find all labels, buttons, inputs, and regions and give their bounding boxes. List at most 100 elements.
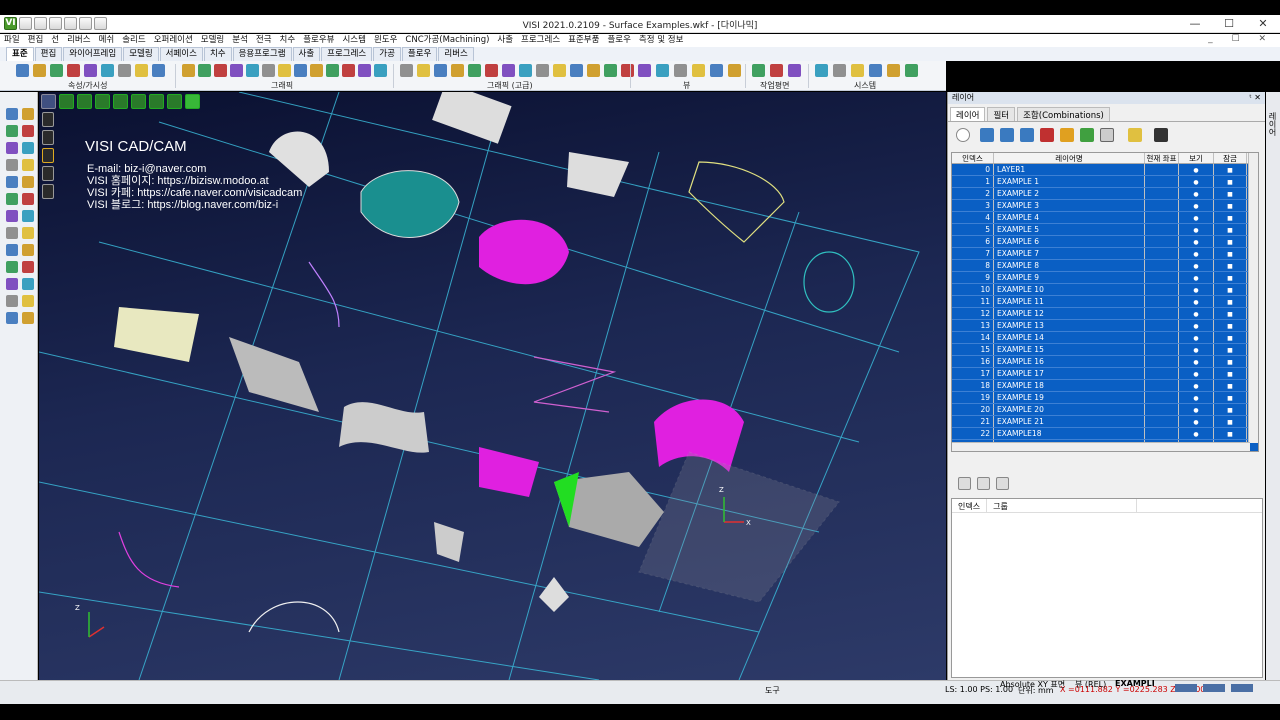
side-dock-tab[interactable]: 레이어 — [1266, 92, 1280, 680]
toolbar-tool-icon[interactable] — [833, 64, 846, 77]
tab-layer[interactable]: 레이어 — [950, 107, 986, 121]
row-current[interactable] — [1145, 380, 1179, 391]
view-right-button[interactable] — [113, 94, 128, 109]
table-row[interactable]: 17 EXAMPLE 17 — [952, 368, 1258, 380]
table-row[interactable]: 18 EXAMPLE 18 — [952, 380, 1258, 392]
menu-item[interactable]: CNC가공(Machining) — [405, 34, 489, 47]
table-row[interactable]: 21 EXAMPLE 21 — [952, 416, 1258, 428]
menu-item[interactable]: 파일 — [4, 34, 20, 47]
layer-tool-icon[interactable] — [42, 130, 54, 145]
lock-icon[interactable] — [1214, 356, 1247, 367]
eye-icon[interactable] — [1179, 176, 1214, 187]
row-current[interactable] — [1145, 176, 1179, 187]
eye-icon[interactable] — [1179, 236, 1214, 247]
menu-item[interactable]: 편집 — [28, 34, 44, 47]
toolbar-tool-icon[interactable] — [788, 64, 801, 77]
view-mode-button[interactable] — [41, 94, 56, 109]
toolbar-tool-icon[interactable] — [570, 64, 583, 77]
eye-icon[interactable] — [1179, 188, 1214, 199]
lock-icon[interactable] — [1214, 164, 1247, 175]
row-current[interactable] — [1145, 284, 1179, 295]
layer-group-icon[interactable] — [1020, 128, 1034, 142]
side-tool-icon[interactable] — [22, 261, 34, 273]
eye-icon[interactable] — [1179, 428, 1214, 439]
side-tool-icon[interactable] — [6, 295, 18, 307]
toolbar-tool-icon[interactable] — [869, 64, 882, 77]
view-front-button[interactable] — [59, 94, 74, 109]
ribbon-tab[interactable]: 와이어프레임 — [63, 47, 123, 61]
eye-icon[interactable] — [1179, 260, 1214, 271]
row-current[interactable] — [1145, 188, 1179, 199]
row-current[interactable] — [1145, 428, 1179, 439]
layer-props-icon[interactable] — [1000, 128, 1014, 142]
status-reference[interactable]: Absolute XY 표면 — [1000, 679, 1065, 690]
eye-icon[interactable] — [1179, 284, 1214, 295]
cad-viewport[interactable]: X Z Z VISI CAD/CAM E-mail: biz-i@naver.c… — [39, 92, 946, 680]
table-row[interactable]: 15 EXAMPLE 15 — [952, 344, 1258, 356]
table-row[interactable]: 1 EXAMPLE 1 — [952, 176, 1258, 188]
side-tool-icon[interactable] — [22, 244, 34, 256]
row-current[interactable] — [1145, 200, 1179, 211]
toolbar-tool-icon[interactable] — [692, 64, 705, 77]
tab-filter[interactable]: 필터 — [987, 107, 1016, 121]
lock-icon[interactable] — [1214, 380, 1247, 391]
lock-icon[interactable] — [1214, 260, 1247, 271]
table-row[interactable]: 10 EXAMPLE 10 — [952, 284, 1258, 296]
toolbar-tool-icon[interactable] — [604, 64, 617, 77]
ribbon-tab[interactable]: 프로그레스 — [321, 47, 373, 61]
side-tool-icon[interactable] — [22, 108, 34, 120]
menu-item[interactable]: 표준부품 — [568, 34, 599, 47]
table-row[interactable]: 5 EXAMPLE 5 — [952, 224, 1258, 236]
eye-icon[interactable] — [1179, 356, 1214, 367]
lock-icon[interactable] — [1214, 224, 1247, 235]
row-current[interactable] — [1145, 308, 1179, 319]
toolbar-tool-icon[interactable] — [310, 64, 323, 77]
menu-item[interactable]: 사출 — [497, 34, 513, 47]
toolbar-tool-icon[interactable] — [502, 64, 515, 77]
row-current[interactable] — [1145, 404, 1179, 415]
eye-icon[interactable] — [1179, 332, 1214, 343]
lock-icon[interactable] — [1214, 332, 1247, 343]
row-current[interactable] — [1145, 164, 1179, 175]
new-layer-icon[interactable] — [980, 128, 994, 142]
toolbar-tool-icon[interactable] — [752, 64, 765, 77]
side-tool-icon[interactable] — [22, 295, 34, 307]
group-col-group[interactable]: 그룹 — [987, 499, 1138, 512]
mdi-controls[interactable]: _ ☐ ✕ — [1208, 34, 1274, 44]
toolbar-tool-icon[interactable] — [674, 64, 687, 77]
menu-item[interactable]: 리버스 — [67, 34, 90, 47]
toolbar-tool-icon[interactable] — [230, 64, 243, 77]
status-view[interactable]: 뷰 (REL) — [1075, 679, 1106, 690]
eye-icon[interactable] — [1179, 404, 1214, 415]
row-current[interactable] — [1145, 356, 1179, 367]
toolbar-tool-icon[interactable] — [656, 64, 669, 77]
row-current[interactable] — [1145, 272, 1179, 283]
eye-icon[interactable] — [1179, 320, 1214, 331]
maximize-button[interactable]: ☐ — [1212, 15, 1246, 33]
eye-icon[interactable] — [1179, 368, 1214, 379]
row-current[interactable] — [1145, 260, 1179, 271]
table-row[interactable]: 22 EXAMPLE18 — [952, 428, 1258, 440]
lock-icon[interactable] — [1214, 200, 1247, 211]
col-index[interactable]: 인덱스 — [952, 153, 994, 163]
toolbar-tool-icon[interactable] — [33, 64, 46, 77]
view-left-button[interactable] — [95, 94, 110, 109]
toolbar-tool-icon[interactable] — [485, 64, 498, 77]
side-tool-icon[interactable] — [6, 244, 18, 256]
table-row[interactable]: 20 EXAMPLE 20 — [952, 404, 1258, 416]
side-tool-icon[interactable] — [6, 312, 18, 324]
toolbar-tool-icon[interactable] — [182, 64, 195, 77]
save-icon[interactable] — [1154, 128, 1168, 142]
side-tool-icon[interactable] — [6, 142, 18, 154]
eye-icon[interactable] — [1179, 224, 1214, 235]
toolbar-tool-icon[interactable] — [851, 64, 864, 77]
vertical-scrollbar[interactable] — [1248, 153, 1258, 443]
toolbar-tool-icon[interactable] — [887, 64, 900, 77]
eye-icon[interactable] — [1179, 272, 1214, 283]
lock-icon[interactable] — [1214, 284, 1247, 295]
eye-icon[interactable] — [1179, 296, 1214, 307]
add-group-icon[interactable] — [958, 477, 971, 490]
toolbar-tool-icon[interactable] — [553, 64, 566, 77]
toolbar-tool-icon[interactable] — [358, 64, 371, 77]
toolbar-tool-icon[interactable] — [770, 64, 783, 77]
